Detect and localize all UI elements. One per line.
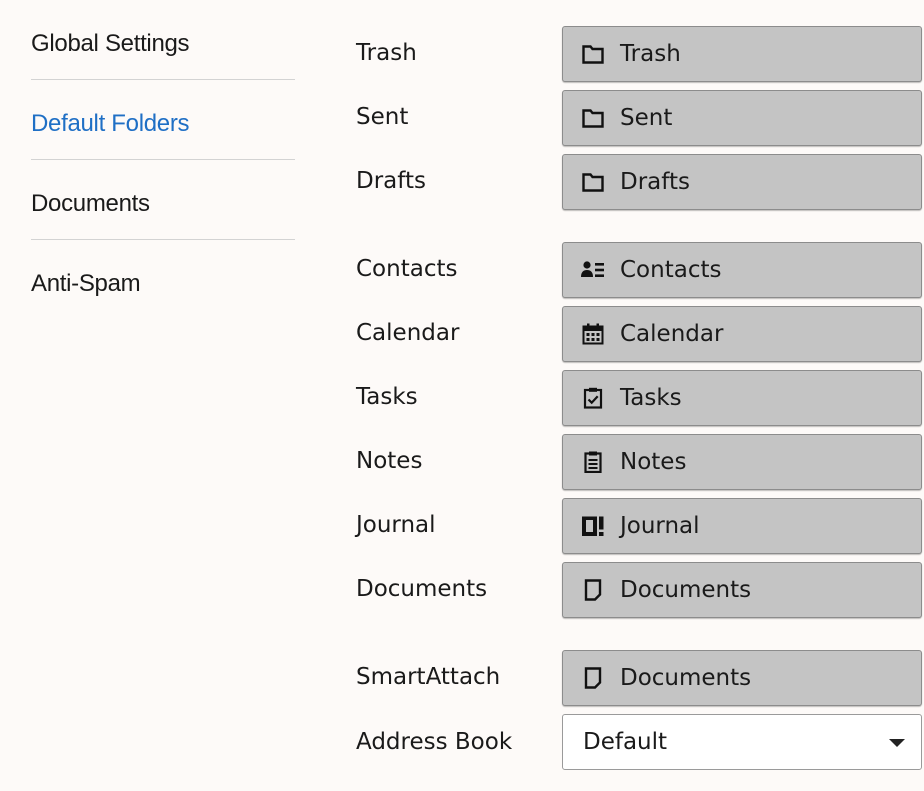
sidebar-item-anti-spam[interactable]: Anti-Spam: [31, 240, 295, 320]
notes-label: Notes: [356, 448, 423, 474]
contacts-folder-value: Contacts: [620, 257, 722, 283]
trash-label: Trash: [356, 40, 417, 66]
drafts-folder-button[interactable]: Drafts: [562, 154, 922, 210]
sent-folder-value: Sent: [620, 105, 673, 131]
journal-folder-value: Journal: [620, 513, 700, 539]
documents-folder-button[interactable]: Documents: [562, 562, 922, 618]
settings-sidebar: Global Settings Default Folders Document…: [31, 0, 295, 320]
journal-icon: [581, 514, 605, 538]
folder-icon: [581, 42, 605, 66]
contacts-label: Contacts: [356, 256, 458, 282]
trash-folder-button[interactable]: Trash: [562, 26, 922, 82]
tasks-icon: [581, 386, 605, 410]
documents-label: Documents: [356, 576, 488, 602]
sidebar-item-label: Documents: [31, 190, 150, 217]
folder-icon: [581, 170, 605, 194]
journal-label: Journal: [356, 512, 436, 538]
sidebar-item-label: Default Folders: [31, 110, 190, 137]
sidebar-item-label: Anti-Spam: [31, 270, 141, 297]
drafts-folder-value: Drafts: [620, 169, 690, 195]
chevron-down-icon[interactable]: [889, 739, 905, 747]
calendar-label: Calendar: [356, 320, 460, 346]
tasks-folder-button[interactable]: Tasks: [562, 370, 922, 426]
journal-folder-button[interactable]: Journal: [562, 498, 922, 554]
sidebar-item-global-settings[interactable]: Global Settings: [31, 0, 295, 80]
drafts-label: Drafts: [356, 168, 426, 194]
address-book-select[interactable]: Default: [562, 714, 922, 770]
smartattach-folder-button[interactable]: Documents: [562, 650, 922, 706]
document-icon: [581, 578, 605, 602]
address-book-value: Default: [583, 729, 668, 755]
calendar-folder-value: Calendar: [620, 321, 724, 347]
contacts-icon: [581, 258, 605, 282]
smartattach-label: SmartAttach: [356, 664, 501, 690]
sent-label: Sent: [356, 104, 409, 130]
trash-folder-value: Trash: [620, 41, 681, 67]
notes-folder-button[interactable]: Notes: [562, 434, 922, 490]
sidebar-item-documents[interactable]: Documents: [31, 160, 295, 240]
calendar-folder-button[interactable]: Calendar: [562, 306, 922, 362]
tasks-label: Tasks: [356, 384, 418, 410]
folder-icon: [581, 106, 605, 130]
address-book-label: Address Book: [356, 729, 513, 755]
calendar-icon: [581, 322, 605, 346]
documents-folder-value: Documents: [620, 577, 752, 603]
notes-icon: [581, 450, 605, 474]
sidebar-item-label: Global Settings: [31, 30, 190, 57]
sent-folder-button[interactable]: Sent: [562, 90, 922, 146]
tasks-folder-value: Tasks: [620, 385, 682, 411]
notes-folder-value: Notes: [620, 449, 687, 475]
contacts-folder-button[interactable]: Contacts: [562, 242, 922, 298]
document-icon: [581, 666, 605, 690]
sidebar-item-default-folders[interactable]: Default Folders: [31, 80, 295, 160]
smartattach-folder-value: Documents: [620, 665, 752, 691]
